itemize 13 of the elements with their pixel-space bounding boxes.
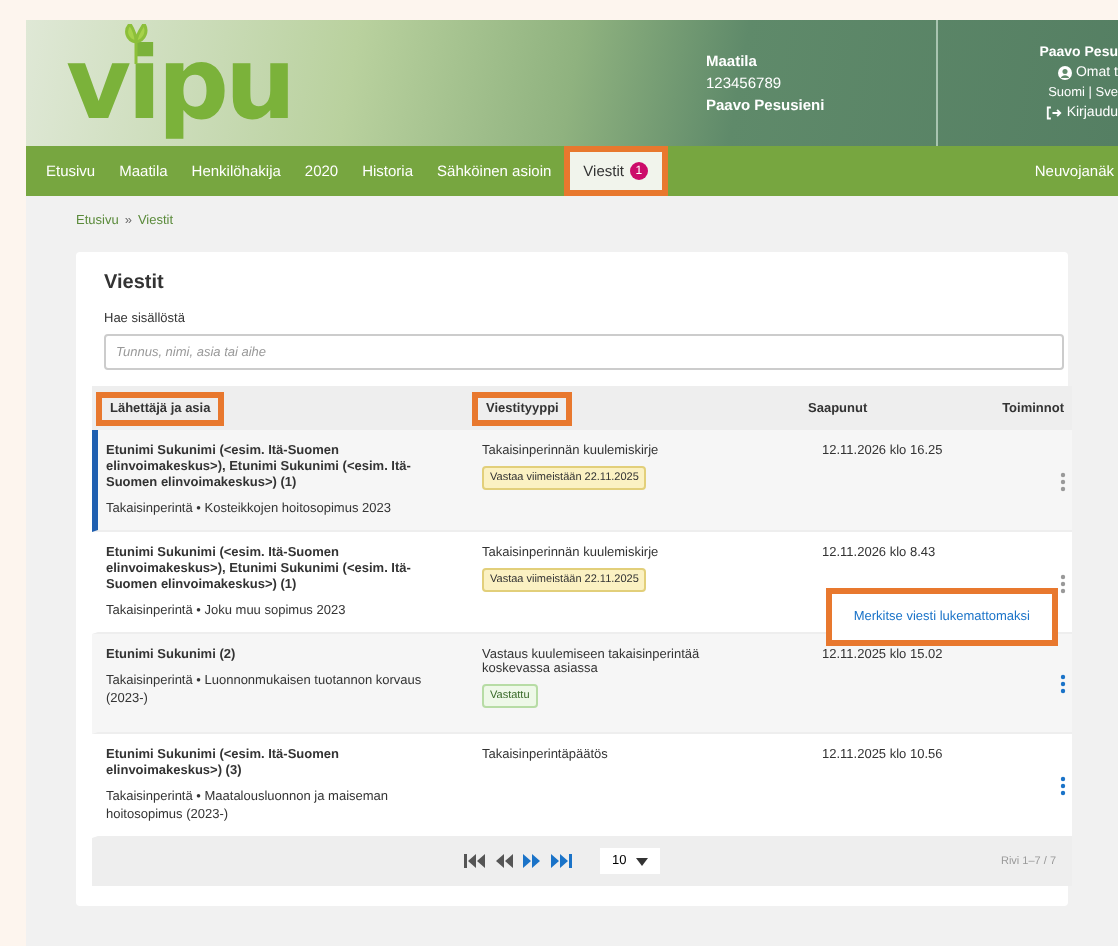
more-icon[interactable] — [1060, 471, 1066, 492]
next-page-icon[interactable] — [522, 854, 542, 869]
card-title: Viestit — [104, 272, 166, 294]
message-row[interactable] — [92, 430, 1072, 532]
last-page-icon[interactable] — [550, 854, 572, 869]
caret-icon — [636, 857, 649, 866]
user-icon — [1057, 66, 1072, 80]
more-icon[interactable] — [1060, 674, 1066, 695]
more-icon[interactable] — [1060, 573, 1066, 594]
more-icon[interactable] — [1060, 776, 1066, 797]
previous-page-icon[interactable] — [494, 854, 514, 869]
logout-icon — [1046, 106, 1063, 120]
first-page-icon[interactable] — [464, 854, 486, 869]
